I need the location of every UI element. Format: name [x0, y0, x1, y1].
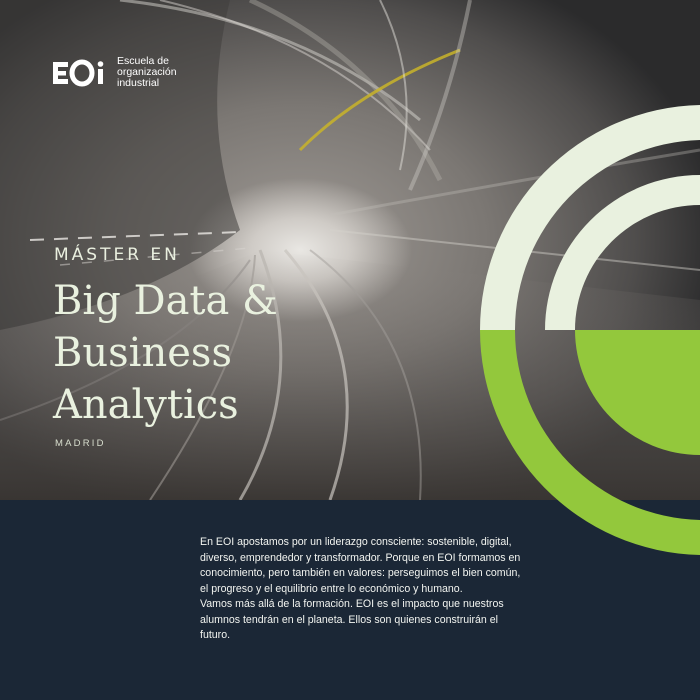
inner-arc-top: [545, 175, 700, 330]
lime-half-disc: [575, 330, 700, 455]
poster: Escuela de organización industrial MÁSTE…: [0, 0, 700, 700]
outer-arc-top: [479, 105, 700, 330]
brand-arcs-graphic: [479, 105, 700, 555]
